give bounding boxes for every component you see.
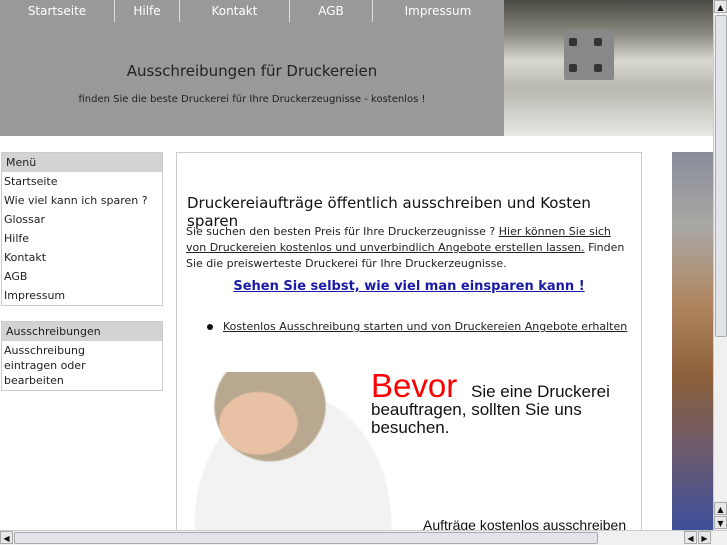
intro-text: Sie suchen den besten Preis für Ihre Dru… <box>186 225 499 238</box>
vertical-scrollbar[interactable]: ▲ ▲ ▼ <box>713 0 727 530</box>
menu-item-glossar[interactable]: Glossar <box>2 210 162 229</box>
intro-paragraph: Sie suchen den besten Preis für Ihre Dru… <box>186 224 626 272</box>
nav-impressum[interactable]: Impressum <box>373 0 503 22</box>
savings-link[interactable]: Sehen Sie selbst, wie viel man einsparen… <box>233 279 584 294</box>
menu-item-agb[interactable]: AGB <box>2 267 162 286</box>
start-tender-link[interactable]: Kostenlos Ausschreibung starten und von … <box>223 320 627 333</box>
site-title: Ausschreibungen für Druckereien <box>126 62 378 80</box>
scroll-right-icon[interactable]: ▶ <box>698 531 711 544</box>
scroll-left-icon-right[interactable]: ◀ <box>684 531 697 544</box>
tenders-box: Ausschreibungen Ausschreibung eintragen … <box>1 321 163 391</box>
bullet-icon <box>207 324 213 330</box>
menu-item-sparen[interactable]: Wie viel kann ich sparen ? <box>2 191 162 210</box>
nav-kontakt[interactable]: Kontakt <box>180 0 290 22</box>
bullet-list: Kostenlos Ausschreibung starten und von … <box>207 320 627 333</box>
side-photo <box>672 152 713 530</box>
menu-item-hilfe[interactable]: Hilfe <box>2 229 162 248</box>
scroll-up-icon-bottom[interactable]: ▲ <box>714 502 727 515</box>
horizontal-scrollbar[interactable]: ◀ ◀ ▶ <box>0 530 727 545</box>
tenders-item-edit[interactable]: Ausschreibung eintragen oder bearbeiten <box>2 341 132 390</box>
scroll-down-icon[interactable]: ▼ <box>714 516 727 529</box>
menu-item-kontakt[interactable]: Kontakt <box>2 248 162 267</box>
menu-item-startseite[interactable]: Startseite <box>2 172 162 191</box>
top-nav: Startseite Hilfe Kontakt AGB Impressum <box>0 0 503 22</box>
menu-item-impressum[interactable]: Impressum <box>2 286 162 305</box>
menu-box: Menü Startseite Wie viel kann ich sparen… <box>1 152 163 306</box>
promo-banner[interactable]: Bevor Sie eine Druckerei beauftragen, so… <box>178 355 641 545</box>
nav-hilfe[interactable]: Hilfe <box>115 0 180 22</box>
main-content: Druckereiaufträge öffentlich ausschreibe… <box>176 152 642 545</box>
scroll-left-icon[interactable]: ◀ <box>0 531 13 544</box>
vertical-scroll-thumb[interactable] <box>715 15 727 337</box>
cta: Sehen Sie selbst, wie viel man einsparen… <box>177 279 641 294</box>
nav-agb[interactable]: AGB <box>290 0 373 22</box>
header: Startseite Hilfe Kontakt AGB Impressum A… <box>0 0 504 136</box>
horizontal-scroll-thumb[interactable] <box>14 532 598 544</box>
tenders-title: Ausschreibungen <box>2 322 162 341</box>
printing-press-image <box>504 0 713 136</box>
menu-title: Menü <box>2 153 162 172</box>
banner-text: Sie eine Druckerei beauftragen, sollten … <box>371 382 610 437</box>
scroll-up-icon[interactable]: ▲ <box>714 0 727 13</box>
site-subtitle: finden Sie die beste Druckerei für Ihre … <box>78 94 426 105</box>
nav-startseite[interactable]: Startseite <box>0 0 115 22</box>
